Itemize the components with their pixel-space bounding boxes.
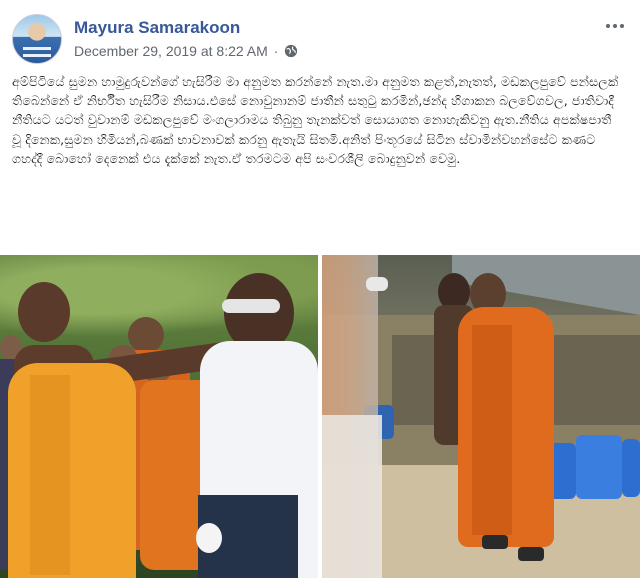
photo-monk-confrontation[interactable] [0, 255, 318, 578]
post-text: අම්පිටියේ සුමන හාමුදුරුවන්ගේ හැසිරීම මා … [12, 74, 619, 166]
author-name[interactable]: Mayura Samarakoon [74, 18, 240, 38]
meta-separator: · [273, 43, 279, 59]
more-options-icon[interactable] [602, 16, 628, 36]
facebook-post: Mayura Samarakoon December 29, 2019 at 8… [0, 0, 640, 578]
post-header: Mayura Samarakoon December 29, 2019 at 8… [12, 12, 628, 64]
photo-monk-in-courtyard[interactable] [322, 255, 640, 578]
post-timestamp[interactable]: December 29, 2019 at 8:22 AM [74, 43, 268, 59]
photo-grid [0, 255, 640, 578]
post-meta: December 29, 2019 at 8:22 AM · [74, 43, 298, 59]
author-avatar[interactable] [12, 14, 62, 64]
globe-icon[interactable] [284, 44, 298, 58]
